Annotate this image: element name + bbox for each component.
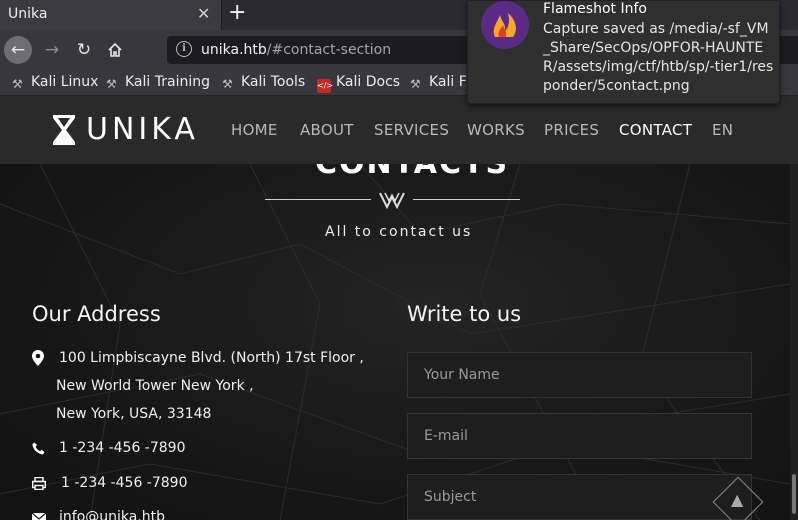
site-header: UNIKA HOME ABOUT SERVICES WORKS PRICES C… bbox=[0, 96, 798, 164]
menu-home[interactable]: HOME bbox=[231, 121, 278, 139]
notification-body: Capture saved as /media/-sf_VM_Share/Sec… bbox=[543, 21, 774, 94]
form-heading: Write to us bbox=[407, 302, 522, 326]
divider-line bbox=[413, 199, 520, 200]
back-icon[interactable]: ← bbox=[4, 36, 32, 64]
menu-works[interactable]: WORKS bbox=[467, 121, 525, 139]
notification-title: Flameshot Info bbox=[543, 1, 647, 17]
map-background bbox=[0, 164, 790, 520]
bookmark-kali-tools[interactable]: ⚒ Kali Tools bbox=[222, 74, 305, 91]
bookmark-kali-docs[interactable]: </> Kali Docs bbox=[317, 74, 400, 93]
kali-dragon-icon: ⚒ bbox=[12, 77, 23, 91]
address-line: 100 Limpbiscayne Blvd. (North) 17st Floo… bbox=[59, 350, 364, 366]
logo-text: UNIKA bbox=[86, 112, 199, 147]
section-subtitle: All to contact us bbox=[325, 224, 473, 240]
bookmark-kali-training[interactable]: ⚒ Kali Training bbox=[106, 74, 210, 91]
address-line: New York, USA, 33148 bbox=[56, 406, 212, 422]
menu-services[interactable]: SERVICES bbox=[374, 121, 449, 139]
menu-language[interactable]: EN bbox=[712, 121, 733, 139]
divider-line bbox=[265, 199, 371, 200]
map-marker-icon bbox=[32, 350, 44, 366]
flameshot-icon bbox=[481, 1, 529, 49]
subject-field[interactable]: Subject bbox=[407, 474, 752, 520]
kali-dragon-icon: ⚒ bbox=[222, 77, 233, 91]
kali-dragon-icon: ⚒ bbox=[106, 77, 117, 91]
reload-icon[interactable]: ↻ bbox=[70, 36, 98, 64]
bookmark-kali-linux[interactable]: ⚒ Kali Linux bbox=[12, 74, 98, 91]
phone-icon bbox=[32, 442, 45, 455]
fax-number: 1 -234 -456 -7890 bbox=[61, 475, 188, 491]
subject-placeholder: Subject bbox=[424, 489, 477, 505]
phone-number: 1 -234 -456 -7890 bbox=[59, 440, 186, 456]
menu-about[interactable]: ABOUT bbox=[300, 121, 354, 139]
menu-prices[interactable]: PRICES bbox=[544, 121, 599, 139]
contact-section: CONTACTS All to contact us Our Address 1… bbox=[0, 164, 790, 520]
name-placeholder: Your Name bbox=[424, 367, 500, 383]
forward-icon[interactable]: → bbox=[38, 36, 66, 64]
kali-dragon-icon: ⚒ bbox=[410, 77, 421, 91]
menu-contact[interactable]: CONTACT bbox=[619, 121, 692, 139]
envelope-icon bbox=[32, 513, 46, 520]
tab-unika[interactable]: Unika ✕ bbox=[0, 0, 222, 30]
url-text[interactable]: unika.htb/#contact-section bbox=[201, 42, 391, 58]
hourglass-logo-icon bbox=[53, 115, 75, 145]
address-line: New World Tower New York , bbox=[56, 378, 254, 394]
email-address[interactable]: info@unika.htb bbox=[59, 509, 165, 520]
docs-icon: </> bbox=[317, 79, 333, 93]
tab-close-icon[interactable]: ✕ bbox=[197, 4, 210, 23]
site-info-icon[interactable]: i bbox=[176, 41, 192, 57]
section-title: CONTACTS bbox=[315, 164, 509, 181]
address-heading: Our Address bbox=[32, 302, 161, 326]
notification-popup[interactable]: Flameshot Info Capture saved as /media/-… bbox=[467, 0, 780, 104]
new-tab-button[interactable]: + bbox=[228, 0, 246, 25]
tab-title: Unika bbox=[8, 6, 48, 22]
email-placeholder: E-mail bbox=[424, 428, 468, 444]
arrow-up-icon: ▲ bbox=[731, 490, 744, 509]
w-ornament-icon bbox=[379, 192, 405, 209]
home-icon[interactable] bbox=[101, 36, 129, 64]
fax-icon bbox=[32, 477, 46, 490]
email-field[interactable]: E-mail bbox=[407, 413, 752, 459]
name-field[interactable]: Your Name bbox=[407, 352, 752, 398]
page-scrollbar[interactable] bbox=[790, 164, 798, 520]
scrollbar-thumb[interactable] bbox=[792, 474, 796, 514]
